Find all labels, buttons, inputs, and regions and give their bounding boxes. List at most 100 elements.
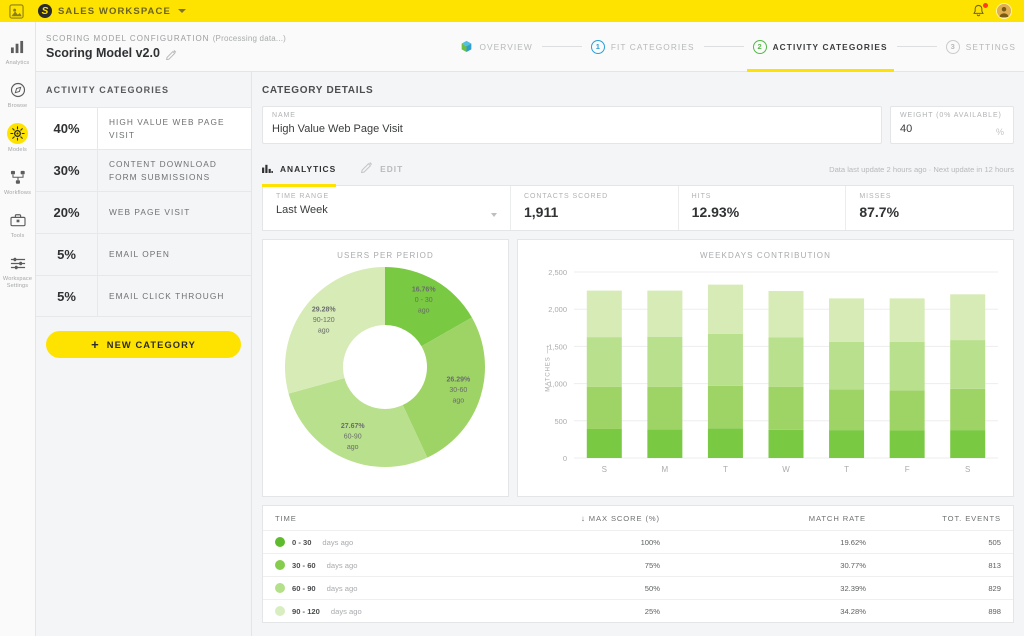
model-target-icon [7, 123, 28, 144]
bar-segment[interactable] [829, 389, 865, 431]
sidebar-item-models[interactable]: Models [0, 117, 36, 159]
period-color-swatch [275, 606, 285, 616]
column-header-time[interactable]: TIME [263, 514, 433, 523]
bar-segment[interactable] [647, 290, 683, 337]
bar-segment[interactable] [586, 337, 622, 387]
bar-segment[interactable] [586, 428, 622, 458]
bar-segment[interactable] [586, 290, 622, 338]
bar-segment[interactable] [707, 428, 743, 458]
toolbox-icon [7, 210, 29, 230]
bar-segment[interactable] [768, 386, 804, 430]
cell-tot-events: 813 [988, 560, 1001, 570]
kpi-label: HITS [691, 193, 712, 200]
kpi-label: CONTACTS SCORED [524, 193, 609, 200]
list-item[interactable]: 5% EMAIL CLICK THROUGH [36, 275, 251, 317]
avatar[interactable] [996, 3, 1012, 19]
bar-segment[interactable] [889, 298, 925, 342]
bar-segment[interactable] [950, 388, 986, 431]
bar-segment[interactable] [829, 430, 865, 458]
table-row[interactable]: 90 - 120 days ago 25% 34.28% 898 [263, 599, 1013, 622]
table-row[interactable]: 30 - 60 days ago 75% 30.77% 813 [263, 553, 1013, 576]
tab-analytics[interactable]: ANALYTICS [262, 153, 337, 187]
bar-segment[interactable] [647, 429, 683, 458]
sidebar-item-workflows[interactable]: Workflows [0, 161, 36, 202]
new-category-button[interactable]: + NEW CATEGORY [46, 331, 241, 358]
bar-segment[interactable] [768, 290, 804, 338]
app-grid-icon[interactable] [8, 3, 25, 20]
kpi-hits: HITS 12.93% [677, 186, 846, 230]
bar-segment[interactable] [889, 341, 925, 391]
workspace-logo: S [38, 4, 52, 18]
workspace-name[interactable]: SALES WORKSPACE [58, 6, 171, 17]
compass-icon [7, 80, 29, 100]
pencil-icon[interactable] [165, 47, 177, 61]
y-axis-label: MATCHES ⟶ [544, 344, 552, 392]
tab-edit[interactable]: EDIT [361, 153, 403, 186]
list-item[interactable]: 30% CONTENT DOWNLOAD FORM SUBMISSIONS [36, 149, 251, 191]
time-range-select[interactable]: TIME RANGE Last Week [263, 186, 510, 230]
bar-segment[interactable] [707, 284, 743, 334]
table-row[interactable]: 0 - 30 days ago 100% 19.62% 505 [263, 530, 1013, 553]
bar-segment[interactable] [647, 336, 683, 387]
kpi-value: 1,911 [524, 204, 559, 220]
sidebar-item-tools[interactable]: Tools [0, 204, 36, 245]
tab-label: EDIT [380, 164, 404, 174]
bar-segment[interactable] [829, 341, 865, 390]
bar-segment[interactable] [768, 337, 804, 387]
kpi-misses: MISSES 87.7% [845, 186, 1013, 230]
bar-segment[interactable] [889, 390, 925, 431]
cell-tot-events: 898 [988, 606, 1001, 616]
kpi-value: 87.7% [859, 204, 900, 220]
step-overview[interactable]: OVERVIEW [460, 22, 532, 72]
sidebar-item-workspace-settings[interactable]: Workspace Settings [0, 247, 36, 295]
cell-match-rate: 32.39% [840, 583, 866, 593]
sidebar-item-label: Workspace Settings [2, 276, 33, 289]
list-item[interactable]: 20% WEB PAGE VISIT [36, 191, 251, 233]
bar-segment[interactable] [829, 298, 865, 342]
column-header-tot-events[interactable]: TOT. EVENTS [888, 514, 1013, 523]
bar-segment[interactable] [950, 430, 986, 458]
cube-icon [460, 40, 473, 53]
page-title: Scoring Model v2.0 [46, 45, 160, 60]
cell-match-rate: 34.28% [840, 606, 866, 616]
bell-icon[interactable] [972, 3, 988, 18]
step-activity-categories[interactable]: 2 ACTIVITY CATEGORIES [746, 22, 894, 72]
bar-segment[interactable] [647, 386, 683, 430]
table-row[interactable]: 60 - 90 days ago 50% 32.39% 829 [263, 576, 1013, 599]
category-name: WEB PAGE VISIT [109, 207, 191, 217]
sidebar-item-analytics[interactable]: Analytics [0, 31, 36, 72]
bar-segment[interactable] [707, 333, 743, 386]
bar-segment[interactable] [768, 429, 804, 458]
sidebar-item-label: Workflows [3, 190, 32, 196]
table-header: TIME ↓ MAX SCORE (%) MATCH RATE TOT. EVEN… [263, 506, 1013, 530]
weight-field[interactable]: WEIGHT (0% AVAILABLE) 40 % [890, 106, 1014, 144]
category-name: HIGH VALUE WEB PAGE VISIT [109, 116, 225, 140]
step-settings[interactable]: 3 SETTINGS [945, 22, 1016, 72]
bar-segment[interactable] [707, 385, 743, 429]
cell-tot-events: 829 [988, 583, 1001, 593]
bar-segment[interactable] [950, 340, 986, 389]
top-bar: S SALES WORKSPACE [0, 0, 1024, 22]
workflow-nodes-icon [7, 167, 29, 187]
column-header-match-rate[interactable]: MATCH RATE [678, 514, 888, 523]
y-axis-tick: 2,500 [548, 268, 567, 277]
list-item[interactable]: 5% EMAIL OPEN [36, 233, 251, 275]
name-field[interactable]: NAME High Value Web Page Visit [262, 106, 882, 144]
step-label: ACTIVITY CATEGORIES [772, 41, 888, 52]
step-fit-categories[interactable]: 1 FIT CATEGORIES [590, 22, 695, 72]
tab-label: ANALYTICS [280, 164, 337, 174]
sidebar-item-browse[interactable]: Browse [0, 74, 36, 115]
cell-max-score: 25% [644, 606, 660, 616]
bar-segment[interactable] [950, 294, 986, 341]
step-label: OVERVIEW [479, 41, 533, 52]
bar-segment[interactable] [889, 430, 925, 458]
donut-slice[interactable] [285, 267, 385, 394]
list-item[interactable]: 40% HIGH VALUE WEB PAGE VISIT [36, 107, 251, 149]
column-header-max-score[interactable]: ↓ MAX SCORE (%) [433, 514, 678, 523]
sliders-icon [7, 253, 29, 273]
chevron-down-icon[interactable] [177, 9, 186, 13]
breadcrumb-label: SCORING MODEL CONFIGURATION [46, 33, 210, 43]
bar-segment[interactable] [586, 386, 622, 429]
content-split: ACTIVITY CATEGORIES 40% HIGH VALUE WEB P… [36, 72, 1024, 636]
period-suffix: days ago [326, 583, 358, 593]
